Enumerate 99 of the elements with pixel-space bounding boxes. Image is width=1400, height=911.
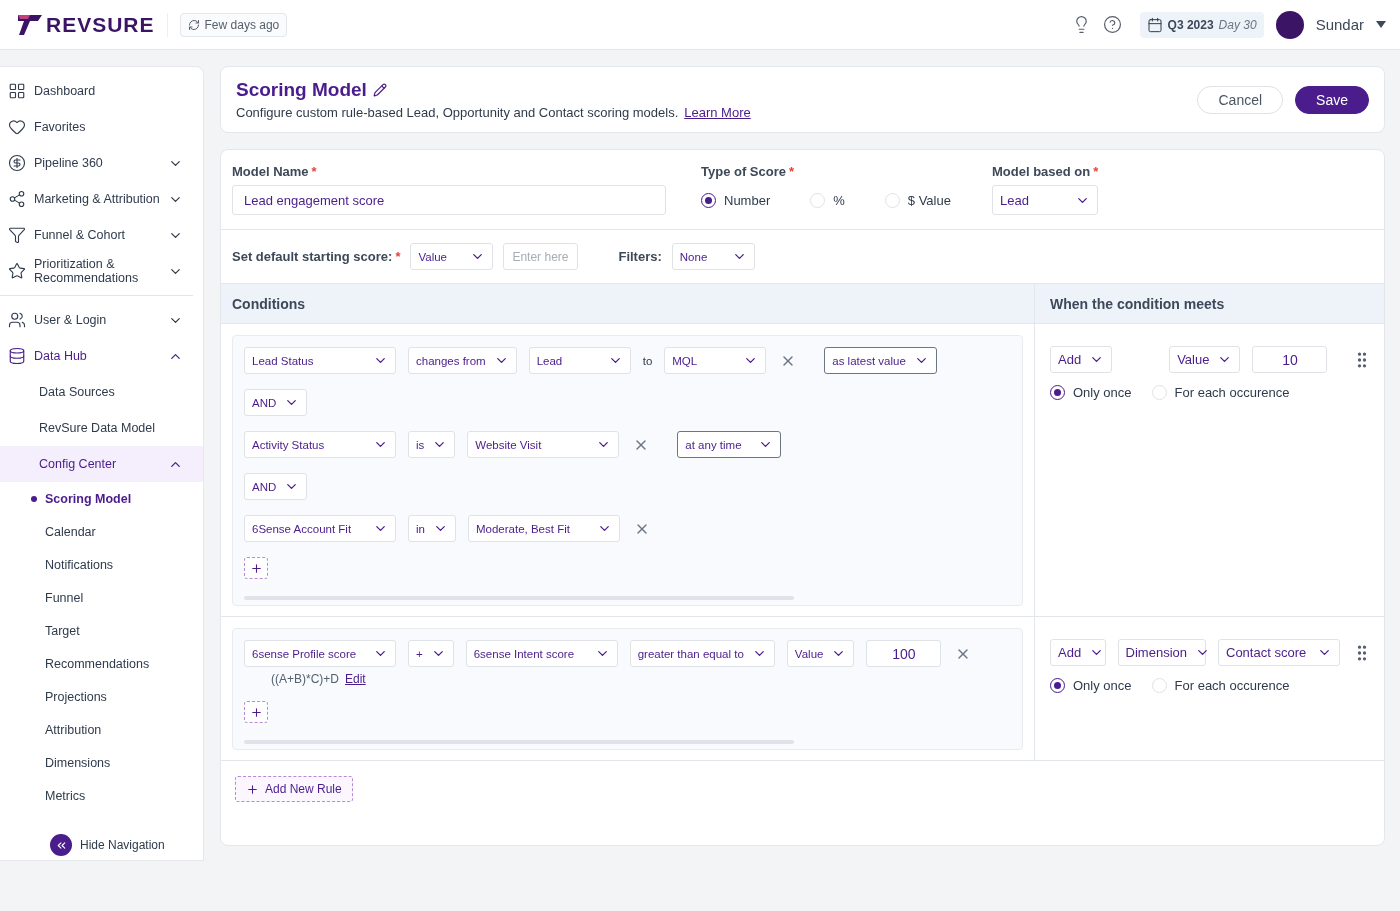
nav-item[interactable]: Scoring Model: [0, 482, 193, 515]
nav-item[interactable]: Funnel: [0, 581, 193, 614]
nav-item[interactable]: Dashboard: [0, 73, 193, 109]
radio-option[interactable]: For each occurence: [1151, 678, 1290, 693]
radio-option[interactable]: %: [810, 192, 845, 208]
nav-item[interactable]: Dimensions: [0, 746, 193, 779]
heart-icon: [8, 118, 26, 136]
page-title: Scoring Model: [236, 79, 367, 101]
user-name[interactable]: Sundar: [1315, 16, 1364, 33]
field-label: Model based on *: [992, 164, 1099, 179]
score-type-dropdown[interactable]: Dimension: [1117, 639, 1206, 666]
logo: REVSURE: [18, 12, 168, 37]
condition-value-dropdown[interactable]: 6sense Intent score: [465, 640, 618, 667]
star-icon: [8, 262, 26, 280]
nav-item[interactable]: RevSure Data Model: [0, 410, 193, 446]
period-selector[interactable]: Q3 2023 Day 30: [1139, 11, 1264, 38]
add-condition-button[interactable]: [244, 557, 268, 579]
logo-mark-icon: [18, 14, 42, 35]
formula-text: ((A+B)*C)+D: [271, 672, 339, 686]
edit-link[interactable]: Edit: [345, 672, 366, 686]
save-button[interactable]: Save: [1295, 85, 1369, 114]
avatar[interactable]: [1275, 10, 1304, 39]
plus-icon: [249, 561, 263, 575]
connector-text: to: [642, 354, 653, 367]
database-icon: [8, 347, 26, 365]
operator-dropdown[interactable]: in: [408, 515, 456, 542]
nav-item[interactable]: Calendar: [0, 515, 193, 548]
refresh-icon: [187, 18, 200, 31]
nav-item[interactable]: Config Center: [0, 446, 203, 482]
logic-dropdown[interactable]: AND: [244, 389, 308, 416]
nav-item[interactable]: User & Login: [0, 302, 193, 338]
condition-value-dropdown[interactable]: MQL: [664, 347, 767, 374]
condition-value-dropdown[interactable]: Moderate, Best Fit: [467, 515, 620, 542]
timing-dropdown[interactable]: as latest value: [824, 347, 937, 374]
add-rule-button[interactable]: Add New Rule: [235, 776, 353, 802]
operator-dropdown[interactable]: Value: [786, 640, 855, 667]
score-input[interactable]: 10: [1252, 346, 1328, 373]
operator-dropdown[interactable]: greater than equal to: [629, 640, 775, 667]
add-condition-button[interactable]: [244, 701, 268, 723]
help-icon[interactable]: [1102, 15, 1122, 34]
condition-value-dropdown[interactable]: Website Visit: [467, 431, 620, 458]
learn-more-link[interactable]: Learn More: [684, 105, 751, 120]
nav-item[interactable]: Favorites: [0, 109, 193, 145]
column-header: When the condition meets: [1034, 284, 1384, 324]
score-source-dropdown[interactable]: Contact score: [1218, 639, 1340, 666]
nav-item[interactable]: Target: [0, 614, 193, 647]
nav-item[interactable]: Notifications: [0, 548, 193, 581]
filters-dropdown[interactable]: None: [671, 243, 755, 270]
page-description: Configure custom rule-based Lead, Opportunity and Contact scoring models.: [236, 105, 679, 120]
radio-option[interactable]: Only once: [1050, 678, 1132, 693]
logic-dropdown[interactable]: AND: [244, 473, 308, 500]
users-icon: [8, 311, 26, 329]
radio-option[interactable]: $ Value: [884, 192, 951, 208]
nav-item[interactable]: Data Hub: [0, 338, 193, 374]
refresh-status[interactable]: Few days ago: [179, 12, 288, 37]
nav-item[interactable]: Metrics: [0, 779, 193, 812]
field-dropdown[interactable]: 6Sense Account Fit: [244, 515, 396, 542]
field-label: Set default starting score: *: [232, 249, 401, 264]
field-label: Model Name *: [232, 164, 318, 179]
calendar-icon: [1146, 16, 1163, 33]
operation-dropdown[interactable]: Add: [1050, 639, 1106, 666]
plus-icon: [246, 782, 259, 796]
model-name-input[interactable]: Lead engagement score: [232, 185, 666, 215]
cancel-button[interactable]: Cancel: [1197, 85, 1284, 114]
nav-item[interactable]: Attribution: [0, 713, 193, 746]
model-base-dropdown[interactable]: Lead: [992, 185, 1099, 215]
field-dropdown[interactable]: Lead Status: [244, 347, 396, 374]
score-mode-dropdown[interactable]: Value: [410, 243, 494, 270]
caret-icon[interactable]: [1376, 21, 1386, 28]
nodes-icon: [8, 190, 26, 208]
nav-item[interactable]: Prioritization & Recommendations: [0, 253, 193, 289]
operator-dropdown[interactable]: changes from: [408, 347, 517, 374]
radio-option[interactable]: Only once: [1050, 385, 1132, 400]
pencil-icon[interactable]: [372, 83, 387, 97]
funnel-icon: [8, 226, 26, 244]
nav-item[interactable]: Pipeline 360: [0, 145, 193, 181]
timing-dropdown[interactable]: at any time: [677, 431, 782, 458]
operator-dropdown[interactable]: is: [408, 431, 456, 458]
nav-item[interactable]: Recommendations: [0, 647, 193, 680]
operator-dropdown[interactable]: +: [408, 640, 454, 667]
nav-item[interactable]: Marketing & Attribution: [0, 181, 193, 217]
hide-navigation-button[interactable]: Hide Navigation: [50, 830, 203, 860]
field-dropdown[interactable]: Activity Status: [244, 431, 396, 458]
plus-icon: [249, 705, 263, 719]
field-dropdown[interactable]: 6sense Profile score: [244, 640, 396, 667]
field-label: Filters:: [618, 249, 662, 264]
radio-option[interactable]: Number: [701, 192, 771, 208]
dollar-icon: [8, 154, 26, 172]
score-type-dropdown[interactable]: Value: [1169, 346, 1241, 373]
radio-option[interactable]: For each occurence: [1151, 385, 1290, 400]
condition-value-dropdown[interactable]: Lead: [528, 347, 631, 374]
grid-icon: [8, 82, 26, 100]
field-label: Type of Score *: [701, 164, 796, 179]
number-input[interactable]: 100: [866, 640, 942, 667]
column-header: Conditions: [221, 284, 1034, 324]
nav-item[interactable]: Data Sources: [0, 374, 193, 410]
nav-item[interactable]: Projections: [0, 680, 193, 713]
nav-item[interactable]: Funnel & Cohort: [0, 217, 193, 253]
operation-dropdown[interactable]: Add: [1050, 346, 1113, 373]
